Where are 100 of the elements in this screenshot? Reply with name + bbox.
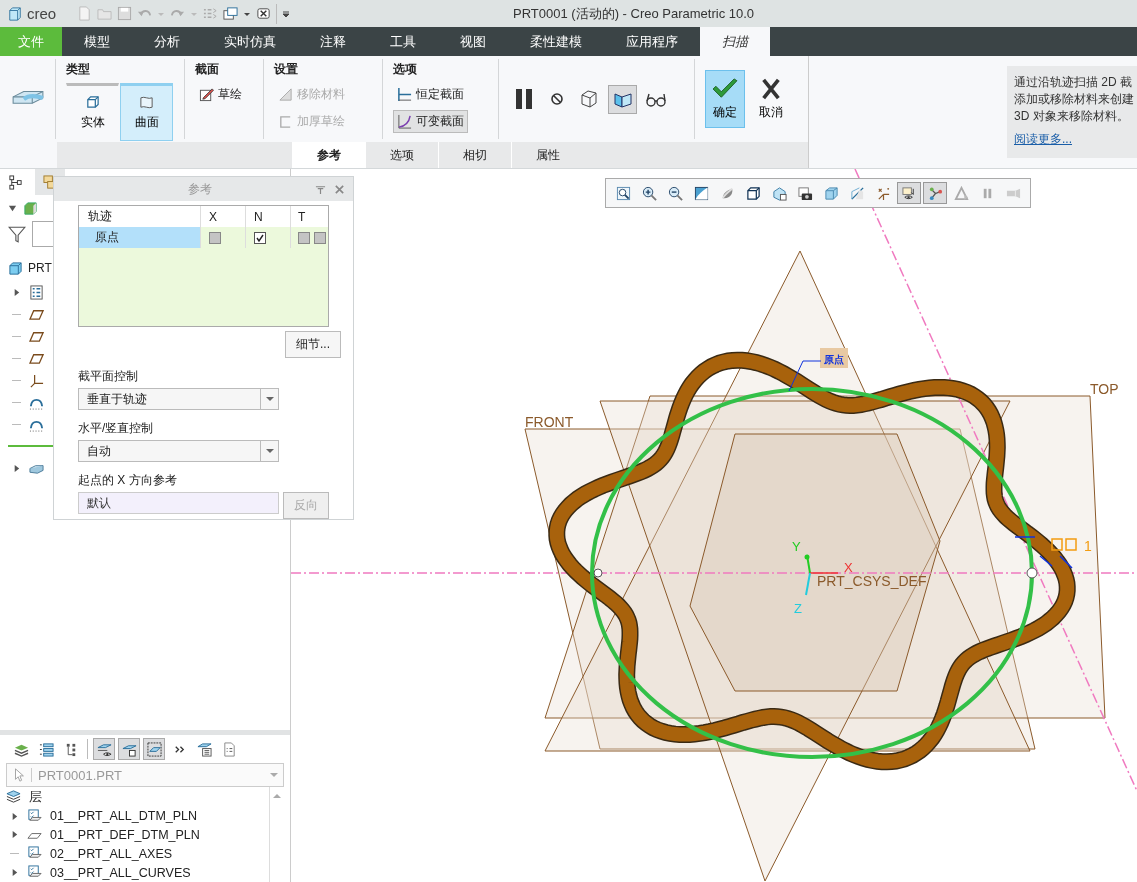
list-icon [38, 741, 54, 757]
filter-icon[interactable] [8, 225, 26, 243]
read-more-link[interactable]: 阅读更多... [1014, 131, 1072, 148]
document-icon [221, 741, 237, 757]
orientation-dropdown[interactable]: 自动 [78, 440, 279, 462]
zoom-out-icon [667, 185, 683, 201]
annotation-display-icon [901, 185, 917, 201]
constant-section-icon [397, 87, 412, 102]
logo-icon [8, 6, 22, 21]
connected-nodes-icon [927, 185, 943, 201]
close-icon[interactable] [334, 183, 345, 195]
help-text: 通过沿轨迹扫描 2D 截 添加或移除材料来创建 3D 对象来移除材料。 [1014, 74, 1134, 125]
checkbox[interactable] [298, 231, 310, 244]
panel-title: 参考 [186, 180, 213, 198]
customize-caret-icon[interactable] [282, 9, 291, 18]
menu-tab[interactable]: 实时仿真 [202, 27, 298, 56]
sketch-button[interactable]: 草绘 [195, 83, 246, 106]
surface-icon [139, 95, 154, 110]
section-option-button[interactable]: 可变截面 [393, 110, 468, 133]
windows-icon[interactable] [223, 6, 239, 21]
axis-label: Z [794, 601, 802, 616]
menu-tab[interactable]: 视图 [438, 27, 508, 56]
leader-line [788, 360, 822, 392]
menu-tab[interactable]: 应用程序 [604, 27, 700, 56]
bracket-icon [278, 114, 293, 129]
expand-arrow-icon[interactable] [10, 811, 19, 821]
group-title: 截面 [195, 61, 220, 78]
checkbox[interactable] [314, 231, 326, 244]
menu-tab[interactable]: 分析 [132, 27, 202, 56]
column-header: T [297, 208, 307, 226]
axis-label: Y [792, 539, 801, 554]
cube-icon [745, 185, 761, 201]
ok-button[interactable]: 确定 [705, 70, 745, 128]
details-button[interactable]: 细节... [285, 331, 341, 358]
layer-header: 层 [29, 787, 42, 806]
menu-tab[interactable]: 柔性建模 [508, 27, 604, 56]
expand-arrow-icon[interactable] [8, 203, 17, 213]
pin-icon[interactable] [315, 183, 326, 195]
datum-plane-label: TOP [1090, 381, 1119, 397]
close-window-icon[interactable] [256, 6, 272, 21]
menu-tab[interactable]: 工具 [368, 27, 438, 56]
camera-icon [797, 185, 813, 201]
cancel-button[interactable]: 取消 [751, 70, 791, 128]
layer-checklist-icon [27, 808, 42, 824]
expand-arrow-icon[interactable] [10, 830, 19, 840]
layer-eye-icon [96, 741, 112, 757]
dashed-layer-icon [146, 741, 162, 757]
expand-arrow-icon[interactable] [12, 463, 21, 473]
notes-icon[interactable] [29, 284, 44, 300]
layer-properties-icon [196, 741, 212, 757]
section-control-dropdown[interactable]: 垂直于轨迹 [78, 388, 279, 410]
type-option-button[interactable]: 曲面 [120, 83, 173, 141]
layer-item[interactable]: 01__PRT_ALL_DTM_PLN [50, 809, 198, 824]
menu-tab[interactable]: 扫描 [700, 27, 770, 56]
view-cube-icon [771, 185, 787, 201]
plane-icon [849, 185, 865, 201]
label-background [820, 348, 848, 368]
group-title: 设置 [274, 61, 299, 78]
dashboard-tab[interactable]: 选项 [365, 142, 438, 168]
coordinate-system-icon[interactable] [29, 372, 44, 388]
layer-item[interactable]: 03__PRT_ALL_CURVES [50, 865, 191, 880]
triangle-icon [278, 87, 293, 102]
layer-tool-button[interactable] [118, 738, 140, 760]
group-title: 类型 [66, 61, 91, 78]
vertex-point [1026, 567, 1038, 579]
trajectory-cell[interactable]: 原点 [79, 227, 201, 248]
section-option-button[interactable]: 恒定截面 [393, 83, 468, 106]
caret-icon [269, 770, 279, 780]
tree-root-label[interactable]: PRT [28, 261, 52, 275]
menu-tab[interactable]: 模型 [62, 27, 132, 56]
field-label: 截平面控制 [78, 368, 139, 385]
x-reference-field[interactable]: 默认 [78, 492, 279, 514]
preview-tool-button[interactable] [608, 84, 637, 114]
zoom-window-icon [615, 185, 631, 201]
checkbox[interactable] [254, 231, 266, 244]
triangle-icon [953, 185, 969, 201]
app-logo: creo [27, 5, 57, 22]
box-icon [823, 185, 839, 201]
field-label: 水平/竖直控制 [78, 420, 155, 437]
dashboard-tab[interactable]: 属性 [511, 142, 584, 168]
section-label: 1 [1084, 538, 1092, 554]
menu-tab[interactable]: 注释 [298, 27, 368, 56]
checkbox[interactable] [209, 231, 221, 244]
csys-label: PRT_CSYS_DEF [817, 573, 927, 589]
pencil-icon [199, 87, 214, 102]
datum-plane-label: FRONT [525, 414, 574, 430]
repaint-icon [693, 185, 709, 201]
variable-section-icon [397, 114, 412, 129]
expand-arrow-icon[interactable] [10, 868, 19, 878]
zoom-in-icon [641, 185, 657, 201]
expand-arrow-icon[interactable] [12, 287, 21, 297]
layer-item[interactable]: 01__PRT_DEF_DTM_PLN [50, 828, 200, 842]
part-icon [23, 200, 38, 216]
section-marker-drawing [1014, 536, 1077, 569]
scrollbar[interactable] [269, 787, 284, 882]
layer-tool-button[interactable] [93, 738, 115, 760]
dashboard-tab[interactable]: 相切 [438, 142, 511, 168]
layer-item[interactable]: 02__PRT_ALL_AXES [50, 846, 173, 861]
dashboard-tab[interactable]: 参考 [292, 142, 365, 168]
tree-icon[interactable] [8, 174, 23, 190]
